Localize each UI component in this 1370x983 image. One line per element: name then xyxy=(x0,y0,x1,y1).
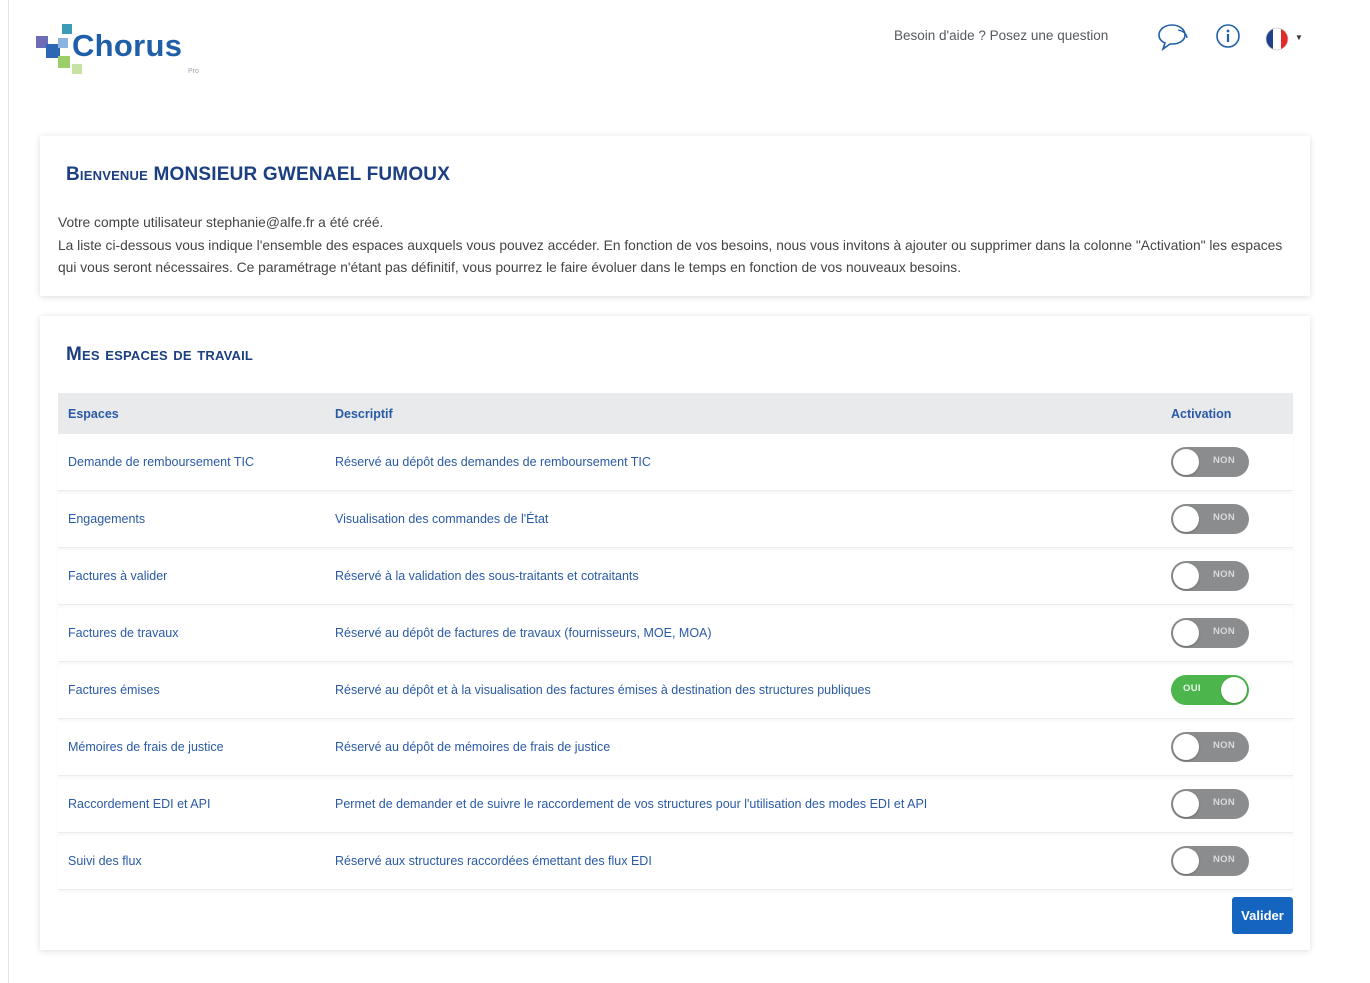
table-row: Raccordement EDI et API Permet de demand… xyxy=(58,776,1293,833)
toggle-state-label: NON xyxy=(1212,797,1235,808)
chat-bubble-icon[interactable] xyxy=(1156,22,1190,57)
row-description: Permet de demander et de suivre le racco… xyxy=(335,797,928,811)
toggle-knob xyxy=(1173,848,1199,874)
welcome-line-1: Votre compte utilisateur stephanie@alfe.… xyxy=(58,215,384,230)
toggle-knob xyxy=(1173,734,1199,760)
table-row: Suivi des flux Réservé aux structures ra… xyxy=(58,833,1293,890)
row-space-name: Mémoires de frais de justice xyxy=(68,740,224,754)
row-description: Réservé au dépôt des demandes de rembour… xyxy=(335,455,651,469)
row-space-name: Factures émises xyxy=(68,683,160,697)
toggle-knob xyxy=(1173,620,1199,646)
logo-square-lightblue xyxy=(58,38,68,48)
row-description: Réservé au dépôt de mémoires de frais de… xyxy=(335,740,611,754)
table-row: Mémoires de frais de justice Réservé au … xyxy=(58,719,1293,776)
help-link[interactable]: Besoin d'aide ? Posez une question xyxy=(894,28,1108,43)
table-row: Factures émises Réservé au dépôt et à la… xyxy=(58,662,1293,719)
toggle-state-label: OUI xyxy=(1183,683,1201,694)
workspaces-title: Mes espaces de travail xyxy=(66,344,254,365)
activation-toggle[interactable]: NON xyxy=(1171,789,1249,819)
activation-toggle[interactable]: NON xyxy=(1171,732,1249,762)
activation-toggle[interactable]: NON xyxy=(1171,447,1249,477)
header: Chorus Pro Besoin d'aide ? Posez une que… xyxy=(0,0,1370,110)
toggle-knob xyxy=(1221,677,1247,703)
activation-toggle[interactable]: NON xyxy=(1171,618,1249,648)
logo-text: Chorus xyxy=(72,28,183,63)
row-description: Visualisation des commandes de l'État xyxy=(335,512,549,526)
validate-button[interactable]: Valider xyxy=(1232,897,1293,934)
logo-square-lightgreen xyxy=(72,64,82,74)
toggle-knob xyxy=(1173,563,1199,589)
activation-toggle[interactable]: NON xyxy=(1171,504,1249,534)
welcome-line-2: La liste ci-dessous vous indique l'ensem… xyxy=(58,237,1283,276)
row-description: Réservé aux structures raccordées émetta… xyxy=(335,854,652,868)
row-space-name: Engagements xyxy=(68,512,146,526)
row-space-name: Demande de remboursement TIC xyxy=(68,455,254,469)
toggle-state-label: NON xyxy=(1212,626,1235,637)
activation-toggle[interactable]: OUI xyxy=(1171,675,1249,705)
toggle-state-label: NON xyxy=(1212,455,1235,466)
toggle-state-label: NON xyxy=(1212,740,1235,751)
chorus-logo[interactable]: Chorus Pro xyxy=(36,24,236,84)
toggle-knob xyxy=(1173,791,1199,817)
toggle-state-label: NON xyxy=(1212,569,1235,580)
row-space-name: Suivi des flux xyxy=(68,854,142,868)
row-description: Réservé au dépôt et à la visualisation d… xyxy=(335,683,871,697)
welcome-text: Votre compte utilisateur stephanie@alfe.… xyxy=(58,212,1288,280)
row-space-name: Factures à valider xyxy=(68,569,168,583)
toggle-state-label: NON xyxy=(1212,854,1235,865)
welcome-panel: Bienvenue MONSIEUR GWENAEL FUMOUX Votre … xyxy=(40,136,1310,296)
activation-toggle[interactable]: NON xyxy=(1171,846,1249,876)
french-flag-icon[interactable] xyxy=(1264,26,1290,57)
table-row: Factures de travaux Réservé au dépôt de … xyxy=(58,605,1293,662)
row-description: Réservé à la validation des sous-traitan… xyxy=(335,569,639,583)
table-row: Engagements Visualisation des commandes … xyxy=(58,491,1293,548)
page-left-border xyxy=(8,0,9,983)
column-header-description: Descriptif xyxy=(335,406,393,421)
column-header-space: Espaces xyxy=(68,406,119,421)
activation-toggle[interactable]: NON xyxy=(1171,561,1249,591)
workspaces-panel: Mes espaces de travail Espaces Descripti… xyxy=(40,316,1310,950)
row-space-name: Raccordement EDI et API xyxy=(68,797,211,811)
column-header-activation: Activation xyxy=(1171,406,1232,421)
caret-down-icon[interactable]: ▼ xyxy=(1295,33,1303,42)
info-icon[interactable] xyxy=(1214,22,1242,55)
workspaces-table: Espaces Descriptif Activation Demande de… xyxy=(58,393,1293,890)
toggle-knob xyxy=(1173,449,1199,475)
toggle-knob xyxy=(1173,506,1199,532)
logo-subtext: Pro xyxy=(188,68,199,75)
row-description: Réservé au dépôt de factures de travaux … xyxy=(335,626,712,640)
welcome-title: Bienvenue MONSIEUR GWENAEL FUMOUX xyxy=(66,164,451,185)
logo-square-teal xyxy=(62,24,72,34)
row-space-name: Factures de travaux xyxy=(68,626,179,640)
toggle-state-label: NON xyxy=(1212,512,1235,523)
table-header: Espaces Descriptif Activation xyxy=(58,393,1293,434)
table-row: Demande de remboursement TIC Réservé au … xyxy=(58,434,1293,491)
logo-square-green xyxy=(58,56,70,68)
table-row: Factures à valider Réservé à la validati… xyxy=(58,548,1293,605)
